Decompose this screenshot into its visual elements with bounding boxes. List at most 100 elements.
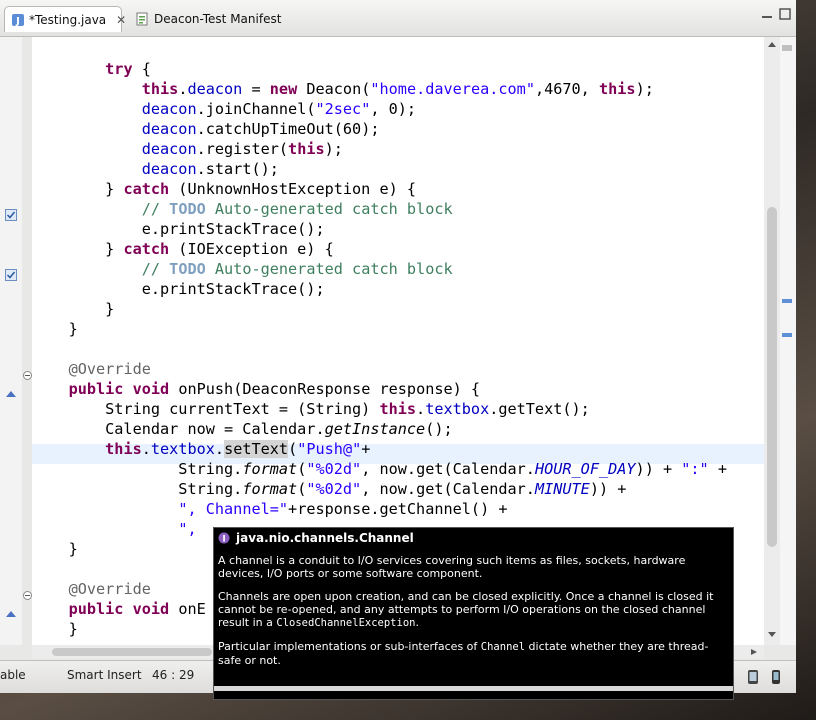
code-token: .register( [196,140,289,158]
code-token: // [141,200,170,218]
code-token: getInstance [324,420,426,438]
popup-code: Channel [480,641,526,653]
code-token: . [416,400,426,418]
status-cursor-position: 46 : 29 [152,668,195,682]
code-token: ( [297,480,307,498]
maximize-icon[interactable] [778,7,792,21]
code-line[interactable]: ", Channel="+response.getChannel() + [32,499,727,519]
code-token: ( [288,440,298,458]
device-icon[interactable] [745,669,761,685]
scroll-up-icon[interactable] [767,40,777,48]
vertical-scrollbar[interactable] [764,37,780,645]
code-token: // [141,260,170,278]
code-token: HOUR_OF_DAY [534,460,636,478]
code-line[interactable]: deacon.register(this); [32,139,727,159]
code-token: . [214,440,225,458]
code-token: ", Channel=" [178,500,289,518]
code-token: @Override [68,360,151,378]
fold-collapse-icon[interactable] [23,371,32,380]
code-line[interactable]: this.deacon = new Deacon("home.daverea.c… [32,79,727,99]
overview-ruler [780,37,796,645]
phone-icon[interactable] [768,669,784,685]
code-token: .joinChannel( [196,100,316,118]
code-token: deacon [187,80,243,98]
code-token: onE [169,600,206,618]
overview-marker[interactable] [782,299,792,303]
code-token: } [32,180,124,198]
code-token: (IOException e) { [169,240,334,258]
code-line[interactable]: } [32,319,727,339]
scroll-down-icon[interactable] [767,631,777,639]
code-token: } [32,620,78,638]
code-token: (); [425,420,453,438]
code-line[interactable]: deacon.catchUpTimeOut(60); [32,119,727,139]
popup-status-bar[interactable] [214,686,733,691]
popup-text: Particular implementations or sub-interf… [218,640,481,653]
code-line[interactable]: String.format("%02d", now.get(Calendar.H… [32,459,727,479]
manifest-icon [134,11,150,27]
code-line[interactable]: String.format("%02d", now.get(Calendar.M… [32,479,727,499]
code-token: MINUTE [534,480,590,498]
code-token: ); [324,140,343,158]
code-line[interactable]: String currentText = (String) this.textb… [32,399,727,419]
code-line[interactable] [32,339,727,359]
code-token: . [142,37,151,38]
status-writable: able [0,668,26,682]
code-line[interactable]: try { [32,59,727,79]
code-token: TODO [169,200,206,218]
popup-paragraph: A channel is a conduit to I/O services c… [218,554,686,580]
close-icon[interactable]: ✕ [116,13,126,27]
code-line[interactable] [32,39,727,59]
code-token: "2sec" [315,100,371,118]
code-token: ", [178,520,206,538]
code-token: Calendar now = Calendar. [32,420,325,438]
scroll-right-icon[interactable] [750,648,758,656]
code-line[interactable]: deacon.start(); [32,159,727,179]
fold-collapse-icon[interactable] [23,591,32,600]
svg-text:J: J [15,16,20,27]
code-token: , now.get(Calendar. [361,480,535,498]
code-line[interactable]: // TODO Auto-generated catch block [32,259,727,279]
popup-header: I java.nio.channels.Channel [218,531,414,545]
tab-testing-java[interactable]: J *Testing.java ✕ [4,6,126,32]
code-line[interactable]: } [32,299,727,319]
scrollbar-thumb[interactable] [767,207,777,547]
code-token: void [132,380,170,398]
status-insert-mode: Smart Insert [67,668,142,682]
code-line[interactable]: // TODO Auto-generated catch block [32,199,727,219]
code-line[interactable]: } catch (UnknownHostException e) { [32,179,727,199]
code-token: )) + [635,460,682,478]
minimize-icon[interactable] [760,7,774,21]
code-line[interactable]: e.printStackTrace(); [32,279,727,299]
overview-marker[interactable] [782,45,792,51]
code-token: Auto-generated catch block [205,200,453,218]
code-line[interactable]: e.printStackTrace(); [32,219,727,239]
code-line[interactable]: public void onPush(DeaconResponse respon… [32,379,727,399]
code-token: TODO [169,260,206,278]
code-token: ":" [681,460,709,478]
javadoc-hover-popup[interactable]: I java.nio.channels.Channel A channel is… [213,527,734,700]
overview-marker[interactable] [782,333,792,337]
code-token: String. [32,480,243,498]
tab-deacon-manifest[interactable]: Deacon-Test Manifest [128,6,298,32]
code-token: public [68,380,124,398]
code-line[interactable]: Calendar now = Calendar.getInstance(); [32,419,727,439]
code-token: "home.daverea.com" [370,80,535,98]
code-line[interactable]: this.textbox.setText("Push@"+ [32,439,727,459]
code-line[interactable]: @Override [32,359,727,379]
scrollbar-thumb[interactable] [52,648,212,656]
code-token: @Override [68,580,151,598]
code-token: } [32,320,78,338]
code-line[interactable]: deacon.joinChannel("2sec", 0); [32,99,727,119]
code-token: deacon [141,140,197,158]
code-line[interactable]: } catch (IOException e) { [32,239,727,259]
